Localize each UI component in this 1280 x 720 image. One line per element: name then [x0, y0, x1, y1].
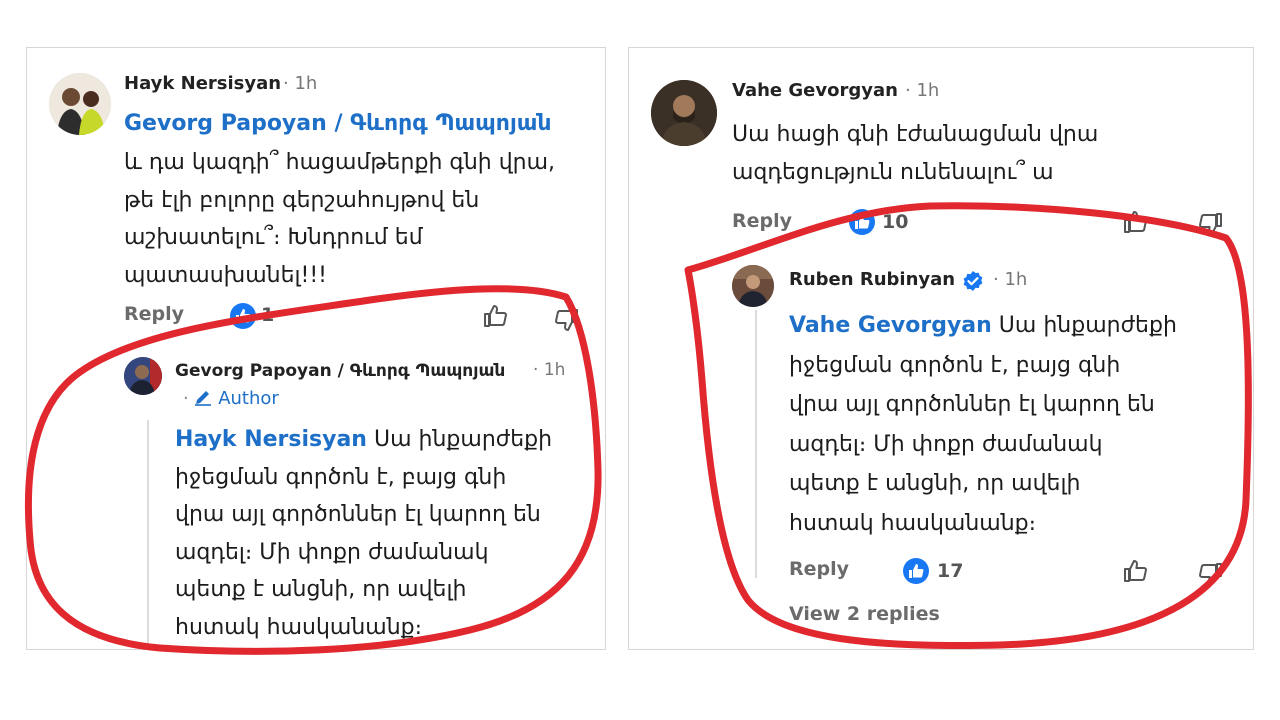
thumbs-down-icon[interactable] [1197, 560, 1225, 588]
like-count: 10 [882, 211, 909, 233]
like-count: 1 [261, 304, 275, 326]
reply-line: ազդել։ Մի փոքր ժամանակ [789, 431, 1103, 457]
thumbs-up-icon[interactable] [1121, 208, 1149, 236]
reply-time: · 1h [993, 269, 1028, 290]
reply-line: Սա ինքարժեքի [991, 313, 1177, 338]
reply-button[interactable]: Reply [789, 558, 849, 580]
verified-icon [963, 271, 983, 291]
comment-line: թե էլի բոլորը գերշահույթով են [124, 187, 480, 213]
reply-author[interactable]: Ruben Rubinyan [789, 269, 955, 290]
reply-line: իջեցման գործոն է, բայց գնի [789, 352, 1121, 378]
avatar-hayk[interactable] [49, 73, 111, 135]
comment-line: պատասխանել!!! [124, 262, 327, 288]
like-count: 17 [937, 560, 964, 582]
comment-author[interactable]: Vahe Gevorgyan [732, 80, 898, 101]
reply-line: պետք է անցնի, որ ավելի [175, 577, 467, 602]
author-badge: · Author [183, 388, 279, 409]
badge-dot: · [183, 388, 195, 409]
reply-button[interactable]: Reply [732, 210, 792, 232]
thread-line [147, 420, 149, 649]
reply-author[interactable]: Gevorg Papoyan / Գևորգ Պապոյան [175, 361, 505, 381]
reply-time-value: 1h [1004, 269, 1028, 290]
comment-body: Սա հացի գնի էժանացման վրա ազդեցություն ո… [732, 116, 1098, 191]
reply-line: պետք է անցնի, որ ավելի [789, 471, 1081, 496]
comment-panel-right: Vahe Gevorgyan · 1h Սա հացի գնի էժանացմա… [628, 47, 1254, 650]
reply-first-line: Vahe Gevorgyan Սա ինքարժեքի [789, 306, 1177, 346]
comment-time: · 1h [905, 80, 940, 101]
like-badge-icon [230, 303, 256, 329]
comment-line: աշխատելու՞։ Խնդրում եմ [124, 225, 423, 250]
like-badge-icon [849, 209, 875, 235]
comment-line: և դա կազդի՞ հացամթերքի գնի վրա, [124, 150, 556, 175]
reply-line: հստակ հասկանանք։ [175, 614, 423, 640]
thumbs-down-icon[interactable] [1197, 210, 1225, 238]
reply-line: Սա ինքարժեքի [366, 427, 553, 452]
reply-line: հստակ հասկանանք։ [789, 510, 1037, 536]
comment-line: Սա հացի գնի էժանացման վրա [732, 122, 1099, 147]
comment-body: և դա կազդի՞ հացամթերքի գնի վրա, թե էլի բ… [124, 144, 555, 294]
avatar-gevorg[interactable] [124, 357, 162, 395]
comment-time: · 1h [283, 73, 318, 94]
comment-time-value: 1h [916, 80, 940, 101]
like-badge-icon [903, 558, 929, 584]
thumbs-up-icon[interactable] [481, 302, 509, 330]
mention-link[interactable]: Hayk Nersisyan [175, 427, 367, 452]
reply-body: Hayk Nersisyan Սա ինքարժեքի իջեցման գործ… [175, 421, 552, 646]
author-badge-label: Author [218, 388, 279, 409]
comment-panel-left: Hayk Nersisyan · 1h Gevorg Papoyan / Գևո… [26, 47, 606, 650]
reply-line: վրա այլ գործոններ էլ կարող են [789, 392, 1155, 417]
reply-body: Vahe Gevorgyan Սա ինքարժեքի իջեցման գործ… [789, 306, 1177, 543]
view-replies-link[interactable]: View 2 replies [789, 603, 940, 625]
avatar-vahe[interactable] [651, 80, 717, 146]
reply-time: · 1h [533, 360, 566, 380]
reply-time-value: 1h [543, 360, 566, 380]
pencil-icon [195, 391, 212, 406]
comment-line: ազդեցություն ունենալու՞ ա [732, 159, 1054, 185]
reply-first-line: Hayk Nersisyan Սա ինքարժեքի [175, 421, 552, 459]
thumbs-down-icon[interactable] [553, 306, 581, 334]
mention-link[interactable]: Vahe Gevorgyan [789, 313, 992, 338]
thread-line [755, 310, 757, 578]
mention-link[interactable]: Gevorg Papoyan / Գևորգ Պապոյան [124, 111, 552, 136]
avatar-ruben[interactable] [732, 265, 774, 307]
reply-button[interactable]: Reply [124, 303, 184, 325]
comment-time-value: 1h [294, 73, 318, 94]
thumbs-up-icon[interactable] [1121, 557, 1149, 585]
reply-line: ազդել։ Մի փոքր ժամանակ [175, 539, 489, 565]
comment-author[interactable]: Hayk Nersisyan [124, 73, 281, 94]
reply-line: իջեցման գործոն է, բայց գնի [175, 464, 507, 490]
reply-line: վրա այլ գործոններ էլ կարող են [175, 502, 541, 527]
